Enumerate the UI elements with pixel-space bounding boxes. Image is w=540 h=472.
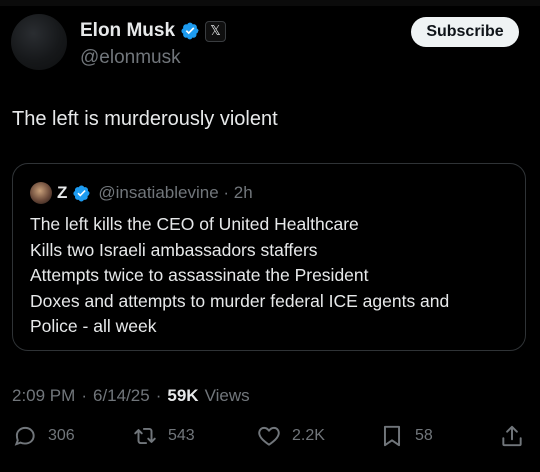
tweet-text: The left is murderously violent bbox=[12, 108, 278, 130]
bookmark-icon bbox=[383, 425, 401, 447]
heart-icon bbox=[258, 426, 280, 446]
share-button[interactable] bbox=[499, 423, 525, 449]
x-logo-icon[interactable]: 𝕏 bbox=[205, 20, 227, 42]
verified-badge-icon bbox=[73, 185, 91, 201]
author-name[interactable]: Elon Musk bbox=[80, 20, 175, 42]
views-label: Views bbox=[204, 386, 250, 405]
author-handle[interactable]: @elonmusk bbox=[80, 47, 181, 69]
quoted-tweet-header: Z @insatiablevine · 2h bbox=[30, 182, 253, 204]
bookmark-button[interactable]: 58 bbox=[379, 423, 433, 449]
meta-separator: · bbox=[155, 386, 162, 405]
quoted-text-line: Kills two Israeli ambassadors staffers bbox=[30, 239, 318, 260]
repost-icon bbox=[134, 427, 156, 445]
author-name-row: Elon Musk 𝕏 bbox=[80, 20, 227, 42]
share-icon bbox=[502, 425, 522, 447]
repost-button[interactable]: 543 bbox=[132, 423, 195, 449]
verified-badge-icon[interactable] bbox=[180, 21, 200, 41]
quoted-text-line: The left kills the CEO of United Healthc… bbox=[30, 214, 359, 234]
quoted-tweet-card[interactable]: Z @insatiablevine · 2h The left kills th… bbox=[12, 163, 526, 351]
bookmark-count: 58 bbox=[415, 427, 433, 444]
quoted-author-avatar[interactable] bbox=[30, 182, 52, 204]
quoted-author-handle-time: @insatiablevine · 2h bbox=[98, 183, 253, 202]
reply-count: 306 bbox=[48, 427, 75, 444]
reply-icon bbox=[14, 426, 35, 446]
quoted-text-line: Doxes and attempts to murder federal ICE… bbox=[30, 290, 450, 311]
quoted-tweet-text: The left kills the CEO of United Healthc… bbox=[30, 212, 520, 340]
author-avatar[interactable] bbox=[11, 14, 67, 70]
like-button[interactable]: 2.2K bbox=[256, 423, 325, 449]
views-count[interactable]: 59K bbox=[167, 386, 198, 406]
meta-separator: · bbox=[81, 386, 87, 405]
top-divider bbox=[0, 0, 540, 6]
tweet-metadata: 2:09 PM · 6/14/25 · 59K Views bbox=[12, 386, 250, 406]
tweet-date[interactable]: 6/14/25 bbox=[93, 386, 150, 406]
reply-button[interactable]: 306 bbox=[12, 423, 75, 449]
tweet-time[interactable]: 2:09 PM bbox=[12, 386, 75, 406]
quoted-author-name[interactable]: Z bbox=[57, 183, 67, 203]
quoted-text-line: Police - all week bbox=[30, 316, 157, 336]
repost-count: 543 bbox=[168, 427, 195, 444]
subscribe-button[interactable]: Subscribe bbox=[411, 17, 519, 47]
action-bar: 306 543 2.2K 58 bbox=[0, 423, 540, 453]
like-count: 2.2K bbox=[292, 427, 325, 444]
quoted-text-line: Attempts twice to assassinate the Presid… bbox=[30, 265, 369, 285]
